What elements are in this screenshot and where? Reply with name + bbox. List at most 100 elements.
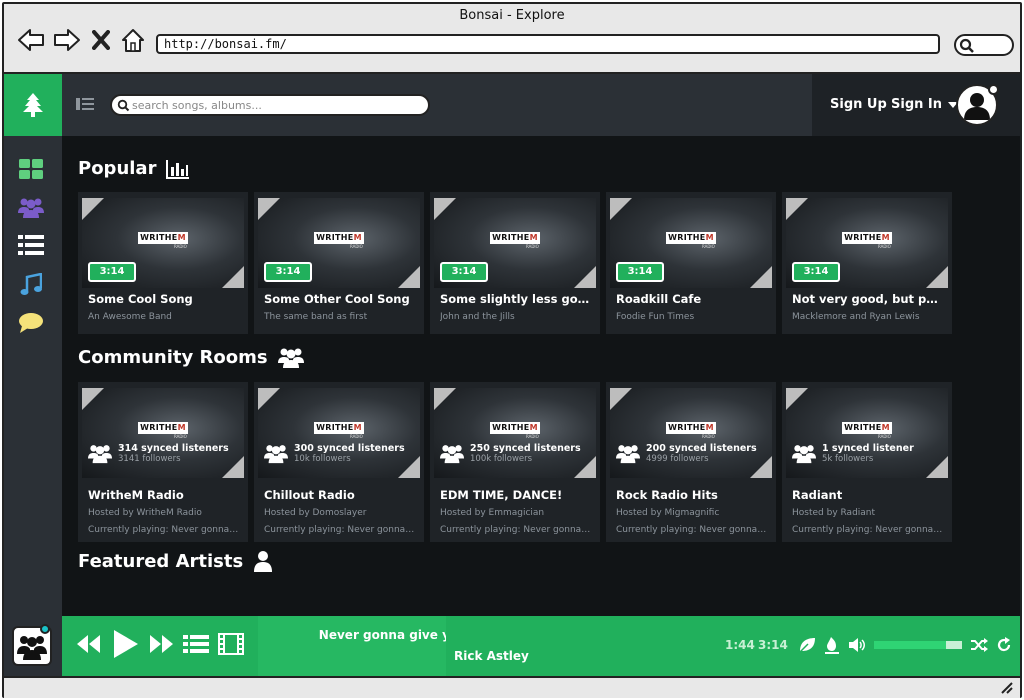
song-title: Some Other Cool Song xyxy=(264,292,410,306)
song-thumbnail: WRITHEM RADIO 3:14 xyxy=(786,198,948,288)
room-thumbnail: WRITHEM RADIO 300 synced listeners 10k foll… xyxy=(258,388,420,478)
users-icon xyxy=(277,348,304,368)
thumbnail-logo-sub: RADIO xyxy=(174,244,187,249)
room-host: Hosted by WritheM Radio xyxy=(88,508,202,518)
community-heading: Community Rooms xyxy=(78,346,304,368)
thumbs-down-icon[interactable] xyxy=(824,636,840,654)
app-content: Sign Up Sign In xyxy=(4,74,1020,676)
music-note-icon[interactable] xyxy=(16,272,46,298)
thumbnail-logo: WRITHEM xyxy=(842,422,892,434)
featured-title: Featured Artists xyxy=(78,550,244,572)
thumbnail-logo: WRITHEM xyxy=(666,232,716,244)
room-card[interactable]: WRITHEM RADIO 1 synced listener 5k follower… xyxy=(782,382,952,542)
duration-badge: 3:14 xyxy=(264,262,312,282)
room-now-playing: Currently playing: Never gonna g... xyxy=(264,525,416,535)
community-card-list: WRITHEM RADIO 314 synced listeners 3141 fol… xyxy=(78,382,952,542)
room-card[interactable]: WRITHEM RADIO 250 synced listeners 100k fol… xyxy=(430,382,600,542)
search-input[interactable] xyxy=(132,98,422,112)
sidebar-toggle-icon[interactable] xyxy=(76,96,94,115)
thumbnail-logo-sub: RADIO xyxy=(526,244,539,249)
room-followers: 100k followers xyxy=(470,453,533,464)
duration-badge: 3:14 xyxy=(616,262,664,282)
room-listeners: 1 synced listener xyxy=(822,442,914,454)
thumbnail-logo: WRITHEM xyxy=(666,422,716,434)
thumbnail-logo: WRITHEM xyxy=(138,422,188,434)
playlist-icon[interactable] xyxy=(182,633,210,655)
room-thumbnail: WRITHEM RADIO 1 synced listener 5k follower… xyxy=(786,388,948,478)
song-card[interactable]: WRITHEM RADIO 3:14 Roadkill Cafe Foodie Fun … xyxy=(606,192,776,334)
stop-x-icon[interactable] xyxy=(90,26,112,54)
sign-in-menu[interactable]: Sign In xyxy=(891,97,958,112)
room-stats: 200 synced listeners 4999 followers xyxy=(616,442,757,464)
play-icon[interactable] xyxy=(110,628,140,660)
popular-card-list: WRITHEM RADIO 3:14 Some Cool Song An Awesome… xyxy=(78,192,952,334)
song-card[interactable]: WRITHEM RADIO 3:14 Some Cool Song An Awesome… xyxy=(78,192,248,334)
thumb-corner xyxy=(222,266,244,288)
browser-status-bar xyxy=(4,676,1020,698)
volume-icon[interactable] xyxy=(848,637,866,653)
room-listeners: 250 synced listeners xyxy=(470,442,581,454)
room-title: Chillout Radio xyxy=(264,488,355,502)
thumbnail-logo-sub: RADIO xyxy=(350,244,363,249)
users-icon xyxy=(440,445,464,464)
repeat-icon[interactable] xyxy=(996,637,1012,653)
bar-chart-icon xyxy=(166,159,190,179)
rewind-icon[interactable] xyxy=(76,633,102,655)
room-stats: 250 synced listeners 100k followers xyxy=(440,442,581,464)
thumbnail-logo-sub: RADIO xyxy=(526,434,539,439)
search-icon xyxy=(959,38,974,53)
song-card[interactable]: WRITHEMRADIO 3:14 Not very good, but popul… xyxy=(782,192,952,334)
thumb-corner xyxy=(610,388,632,410)
song-artist: Macklemore and Ryan Lewis xyxy=(792,312,920,322)
users-icon[interactable] xyxy=(16,194,46,220)
thumb-corner xyxy=(786,388,808,410)
film-icon[interactable] xyxy=(218,633,244,655)
main-content: Popular WRITHEM RADIO 3:14 Some Cool Song An… xyxy=(62,136,1020,616)
resize-grip-icon[interactable] xyxy=(1000,682,1014,694)
back-arrow-icon[interactable] xyxy=(16,26,46,54)
logo[interactable] xyxy=(4,74,62,136)
room-listeners: 300 synced listeners xyxy=(294,442,405,454)
room-card[interactable]: WRITHEM RADIO 300 synced listeners 10k foll… xyxy=(254,382,424,542)
room-card[interactable]: WRITHEM RADIO 314 synced listeners 3141 fol… xyxy=(78,382,248,542)
room-stats: 314 synced listeners 3141 followers xyxy=(88,442,229,464)
song-title: Not very good, but popula... xyxy=(792,292,944,306)
thumbnail-logo-sub: RADIO xyxy=(878,434,891,439)
room-now-playing: Currently playing: Never gonna g... xyxy=(792,525,944,535)
browser-search-box[interactable] xyxy=(954,34,1014,56)
thumb-corner xyxy=(926,266,948,288)
grid-icon[interactable] xyxy=(16,156,46,182)
room-title: EDM TIME, DANCE! xyxy=(440,488,563,502)
chat-bubble-icon[interactable] xyxy=(16,310,46,336)
room-stats: 1 synced listener 5k followers xyxy=(792,442,914,464)
shuffle-icon[interactable] xyxy=(970,637,988,653)
room-followers: 5k followers xyxy=(822,453,874,464)
list-icon[interactable] xyxy=(16,232,46,258)
community-title: Community Rooms xyxy=(78,346,268,368)
sidebar xyxy=(4,136,62,616)
room-followers: 3141 followers xyxy=(118,453,181,464)
song-artist: John and the Jills xyxy=(440,312,515,322)
song-card[interactable]: WRITHEM RADIO 3:14 Some Other Cool Song The … xyxy=(254,192,424,334)
url-bar[interactable]: http://bonsai.fm/ xyxy=(156,34,940,54)
duration-badge: 3:14 xyxy=(792,262,840,282)
fast-forward-icon[interactable] xyxy=(148,633,174,655)
thumb-corner xyxy=(258,198,280,220)
song-thumbnail: WRITHEM RADIO 3:14 xyxy=(258,198,420,288)
window-title: Bonsai - Explore xyxy=(459,8,565,23)
forward-arrow-icon[interactable] xyxy=(52,26,82,54)
leaf-icon[interactable] xyxy=(798,637,816,653)
song-card[interactable]: WRITHEM RADIO 3:14 Some slightly less good … xyxy=(430,192,600,334)
thumb-corner xyxy=(574,266,596,288)
sign-up-link[interactable]: Sign Up xyxy=(830,97,887,112)
search-box[interactable] xyxy=(110,94,430,116)
thumb-corner xyxy=(786,198,808,220)
home-icon[interactable] xyxy=(118,26,148,54)
room-now-playing: Currently playing: Never gonna g... xyxy=(88,525,240,535)
tree-logo-icon xyxy=(23,93,43,117)
volume-slider[interactable] xyxy=(874,641,962,649)
room-card[interactable]: WRITHEM RADIO 200 synced listeners 4999 fol… xyxy=(606,382,776,542)
room-title: Radiant xyxy=(792,488,843,502)
room-listeners: 314 synced listeners xyxy=(118,442,229,454)
song-title: Roadkill Cafe xyxy=(616,292,702,306)
